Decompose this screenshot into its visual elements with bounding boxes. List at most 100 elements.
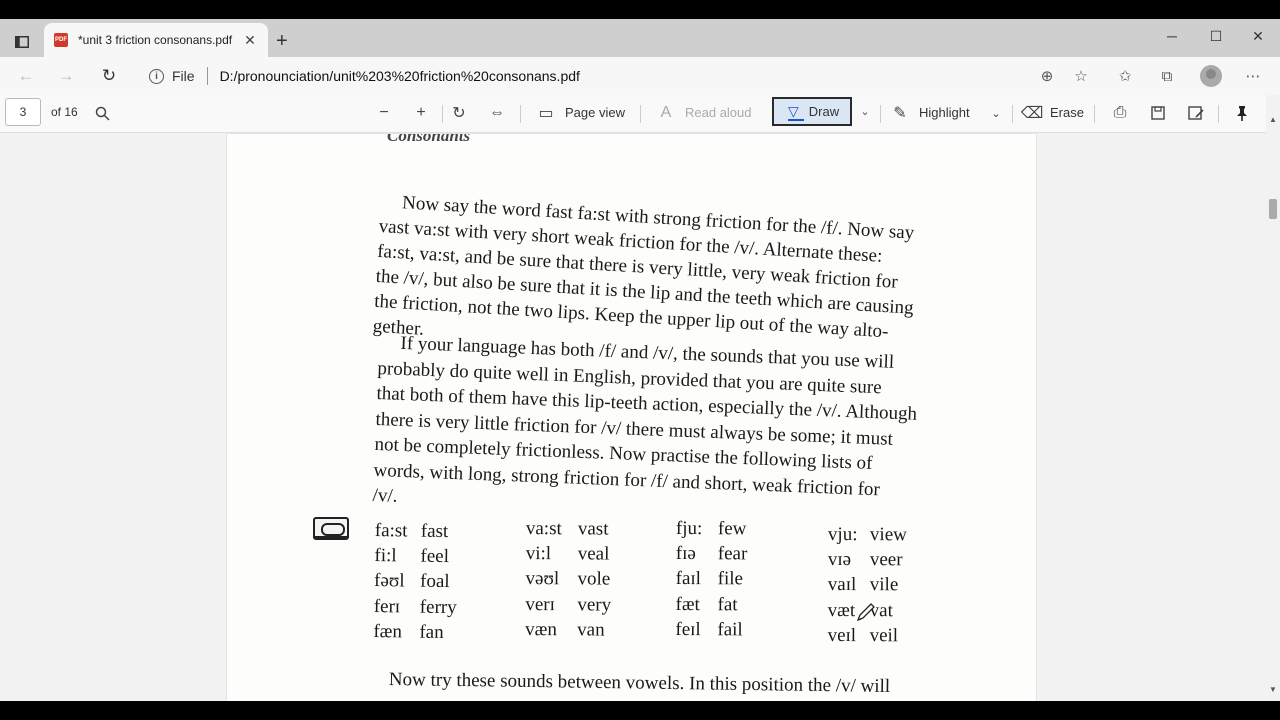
scrollbar-thumb[interactable] (1269, 199, 1277, 219)
collections-icon[interactable]: ⧉ (1156, 65, 1178, 87)
ipa-transcription: faɪl (675, 568, 702, 590)
divider (206, 67, 208, 85)
rotate-icon[interactable]: ↻ (447, 101, 471, 125)
cassette-icon (313, 517, 349, 540)
divider (520, 105, 521, 123)
ipa-transcription: fa:st (374, 519, 408, 542)
more-icon[interactable]: ⋯ (1242, 65, 1264, 87)
ipa-transcription: fi:l (374, 544, 397, 567)
highlighter-icon[interactable]: ✎ (888, 101, 912, 125)
browser-window: PDF *unit 3 friction consonans.pdf ✕ + ─… (0, 19, 1280, 701)
word-row: vɪə veer (828, 547, 907, 573)
page-view-icon[interactable]: ▭ (534, 101, 558, 125)
divider (442, 105, 443, 123)
word-row: fju: few (676, 516, 748, 542)
vertical-scrollbar[interactable]: ▲ ▼ (1266, 95, 1280, 701)
url-text[interactable]: D:/pronounciation/unit%203%20friction%20… (220, 68, 580, 84)
eraser-icon[interactable]: ⌫ (1020, 101, 1044, 125)
word: feel (420, 545, 450, 567)
word: van (577, 619, 605, 641)
word-row: vəʊl vole (525, 567, 611, 593)
word-column-2: va:st vast vi:l veal vəʊl vole verɪ very væn… (525, 516, 612, 643)
favorite-add-icon[interactable]: ☆ (1070, 65, 1092, 87)
read-aloud-button: Read aloud (685, 105, 752, 120)
ipa-transcription: feɪl (675, 618, 701, 640)
pen-cursor-icon (855, 601, 877, 623)
address-bar[interactable]: i File D:/pronounciation/unit%203%20fric… (140, 60, 1102, 92)
zoom-out-icon[interactable]: − (372, 101, 396, 125)
refresh-icon[interactable]: ↻ (95, 63, 123, 89)
tab-title: *unit 3 friction consonans.pdf (78, 33, 233, 47)
ipa-transcription: fju: (675, 517, 703, 539)
fit-page-icon[interactable]: ⇔ (485, 101, 509, 125)
pdf-page: Consonants Now say the word fast fa:st w… (226, 133, 1037, 701)
erase-button[interactable]: Erase (1050, 105, 1084, 120)
ipa-transcription: vəʊl (525, 568, 560, 590)
chevron-down-icon[interactable]: ⌄ (984, 101, 1008, 125)
info-icon[interactable]: i (149, 68, 164, 84)
active-tab[interactable]: PDF *unit 3 friction consonans.pdf ✕ (44, 23, 268, 57)
word-row: veɪl veil (828, 623, 907, 649)
word-column-3: fju: few fɪə fear faɪl file fæt fat feɪl fail (675, 516, 747, 643)
scroll-down-icon[interactable]: ▼ (1266, 685, 1280, 699)
scroll-up-icon[interactable]: ▲ (1266, 115, 1280, 129)
divider (1094, 105, 1095, 123)
profile-icon[interactable] (1200, 65, 1222, 87)
word: few (717, 517, 747, 540)
word-row: va:st vast (526, 516, 612, 542)
print-icon[interactable]: ⎙ (1108, 101, 1132, 125)
ipa-transcription: ferɪ (373, 595, 401, 617)
pdf-viewer[interactable]: Consonants Now say the word fast fa:st w… (0, 133, 1266, 701)
pin-icon[interactable] (1230, 101, 1254, 125)
tab-strip: PDF *unit 3 friction consonans.pdf ✕ + ─… (0, 19, 1280, 57)
word: very (577, 593, 612, 616)
word-row: væn van (525, 617, 611, 643)
close-icon[interactable]: ✕ (242, 32, 258, 49)
save-as-icon[interactable] (1184, 101, 1208, 125)
word: veer (869, 549, 903, 571)
word-row: fa:st fast (375, 518, 458, 544)
back-icon[interactable]: ← (12, 63, 40, 89)
ipa-transcription: væn (525, 618, 557, 641)
ipa-transcription: veɪl (827, 624, 857, 646)
pdf-toolbar: 3 of 16 − + ↻ ⇔ ▭ Page view A Read aloud… (0, 95, 1280, 133)
highlight-button[interactable]: Highlight (919, 105, 970, 120)
maximize-icon[interactable]: ☐ (1194, 23, 1238, 49)
ipa-transcription: vju: (827, 523, 858, 545)
draw-button[interactable]: ▽ Draw (772, 97, 852, 126)
draw-label: Draw (808, 104, 840, 119)
read-aloud-icon: A (660, 104, 672, 121)
pen-color-indicator (788, 119, 804, 121)
word: ferry (419, 596, 457, 618)
word-row: fi:l feel (374, 543, 457, 569)
search-icon[interactable] (90, 101, 114, 125)
word-row: fæt fat (675, 592, 747, 618)
ipa-transcription: fæt (675, 593, 700, 615)
save-icon[interactable] (1146, 101, 1170, 125)
word: foal (419, 570, 450, 593)
minimize-icon[interactable]: ─ (1150, 23, 1194, 49)
forward-icon[interactable]: → (52, 63, 80, 89)
page-view-button[interactable]: Page view (565, 105, 625, 120)
word: veil (869, 624, 899, 647)
address-row: ← → ↻ i File D:/pronounciation/unit%203%… (0, 57, 1280, 95)
zoom-icon[interactable]: ⊕ (1036, 65, 1058, 87)
plus-icon[interactable]: + (276, 31, 288, 51)
ipa-transcription: fəʊl (373, 570, 405, 592)
word: fan (419, 621, 444, 643)
word: fail (717, 619, 743, 641)
zoom-in-icon[interactable]: + (409, 101, 433, 125)
word-row: ferɪ ferry (374, 594, 457, 620)
page-total: of 16 (51, 105, 78, 119)
tab-actions-icon[interactable] (8, 29, 36, 55)
ipa-transcription: vɪə (827, 548, 852, 571)
ipa-transcription: fæn (373, 620, 403, 643)
favorites-icon[interactable]: ✩ (1114, 65, 1136, 87)
divider (640, 105, 641, 123)
divider (1218, 105, 1219, 123)
chevron-down-icon[interactable]: ⌄ (853, 97, 877, 126)
word: fat (717, 593, 738, 615)
page-number-input[interactable]: 3 (5, 98, 41, 126)
close-window-icon[interactable]: ✕ (1236, 23, 1280, 49)
ipa-transcription: va:st (525, 517, 562, 539)
